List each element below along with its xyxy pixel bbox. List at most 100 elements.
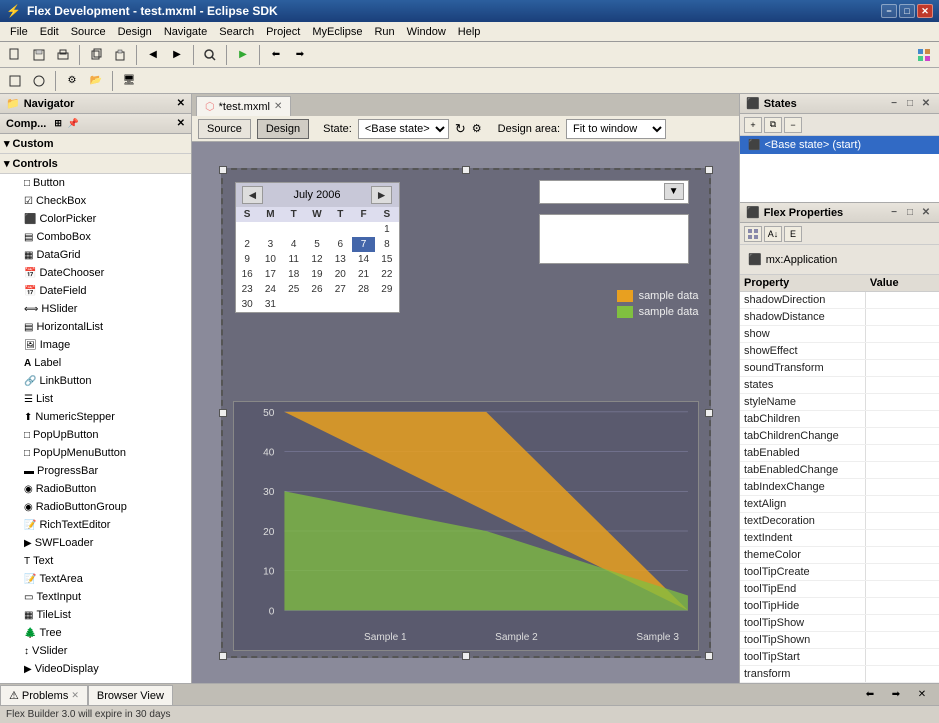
states-copy-btn[interactable]: ⧉ (764, 117, 782, 133)
menu-run[interactable]: Run (368, 24, 400, 40)
tb2-btn4[interactable]: 📂 (85, 70, 107, 92)
prop-value[interactable] (866, 377, 939, 394)
prop-row[interactable]: tabChildrenChange (740, 428, 939, 445)
menu-myeclipse[interactable]: MyEclipse (306, 24, 368, 40)
prop-row[interactable]: themeColor (740, 547, 939, 564)
calendar-widget[interactable]: ◄ July 2006 ► SMTWTFS 1 (235, 182, 400, 313)
prop-row[interactable]: textAlign (740, 496, 939, 513)
comp-radiobutton[interactable]: ◉ RadioButton (0, 480, 191, 498)
prop-row[interactable]: styleName (740, 394, 939, 411)
comp-checkbox[interactable]: ☑ CheckBox (0, 192, 191, 210)
comp-datechooser[interactable]: 📅 DateChooser (0, 264, 191, 282)
comp-vslider[interactable]: ↕ VSlider (0, 642, 191, 660)
prop-value[interactable] (866, 581, 939, 598)
menu-help[interactable]: Help (452, 24, 487, 40)
nav-prev-button[interactable]: ⬅ (265, 44, 287, 66)
menu-project[interactable]: Project (260, 24, 306, 40)
comp-list[interactable]: ☰ List (0, 390, 191, 408)
comp-numericstepper[interactable]: ⬆ NumericStepper (0, 408, 191, 426)
toolbar-refresh-btn[interactable]: ↻ (455, 121, 466, 137)
comp-popupmenubutton[interactable]: □ PopUpMenuButton (0, 444, 191, 462)
prop-value[interactable] (866, 530, 939, 547)
comp-text[interactable]: T Text (0, 552, 191, 570)
perspectives-button[interactable] (913, 44, 935, 66)
prop-value[interactable] (866, 615, 939, 632)
prop-row[interactable]: soundTransform (740, 360, 939, 377)
prop-value[interactable] (866, 360, 939, 377)
prop-value[interactable] (866, 513, 939, 530)
bottom-tab-problems[interactable]: ⚠ Problems ✕ (0, 685, 88, 705)
search-button[interactable] (199, 44, 221, 66)
prop-value[interactable] (866, 666, 939, 683)
paste-button[interactable] (109, 44, 131, 66)
textinput-widget[interactable] (539, 214, 689, 264)
copy-button[interactable] (85, 44, 107, 66)
prop-value[interactable] (866, 462, 939, 479)
prop-value[interactable] (866, 598, 939, 615)
prop-value[interactable] (866, 445, 939, 462)
prop-value[interactable] (866, 326, 939, 343)
forward-button[interactable]: ▶ (166, 44, 188, 66)
prop-row[interactable]: tabEnabled (740, 445, 939, 462)
prop-row[interactable]: shadowDirection (740, 292, 939, 309)
design-button[interactable]: Design (257, 119, 309, 139)
prop-row[interactable]: toolTipHide (740, 598, 939, 615)
bottom-btn1[interactable]: ⬅ (859, 683, 881, 705)
calendar-today-cell[interactable]: 7 (352, 237, 375, 252)
comp-popupbutton[interactable]: □ PopUpButton (0, 426, 191, 444)
component-panel-expand-btn[interactable]: ⊞ (54, 118, 62, 129)
calendar-prev-btn[interactable]: ◄ (242, 186, 264, 204)
prop-row[interactable]: toolTipCreate (740, 564, 939, 581)
prop-value[interactable] (866, 547, 939, 564)
props-expert-btn[interactable]: E (784, 226, 802, 242)
prop-row[interactable]: toolTipStart (740, 649, 939, 666)
states-panel-close-btn[interactable]: ✕ (919, 97, 933, 111)
component-panel-pin-btn[interactable]: 📌 (68, 118, 79, 129)
comp-image[interactable]: 🖼 Image (0, 336, 191, 354)
prop-value[interactable] (866, 496, 939, 513)
states-panel-max-btn[interactable]: □ (903, 97, 917, 111)
component-panel-close-btn[interactable]: ✕ (177, 118, 185, 129)
menu-file[interactable]: File (4, 24, 34, 40)
menu-search[interactable]: Search (213, 24, 260, 40)
prop-value[interactable] (866, 394, 939, 411)
dropdown-widget[interactable]: ▼ (539, 180, 689, 204)
flex-props-min-btn[interactable]: − (887, 206, 901, 220)
flex-props-close-btn[interactable]: ✕ (919, 206, 933, 220)
prop-row[interactable]: show (740, 326, 939, 343)
problems-close-btn[interactable]: ✕ (71, 690, 79, 701)
close-button[interactable]: ✕ (917, 4, 933, 18)
state-select[interactable]: <Base state> (358, 119, 449, 139)
state-item-base[interactable]: ⬛ <Base state> (start) (740, 136, 939, 154)
states-new-btn[interactable]: + (744, 117, 762, 133)
tree-section-controls[interactable]: ▾ Controls (0, 154, 191, 174)
comp-progressbar[interactable]: ▬ ProgressBar (0, 462, 191, 480)
design-area-select[interactable]: Fit to window (566, 119, 666, 139)
editor-tab-close[interactable]: ✕ (274, 101, 282, 112)
tb2-btn2[interactable] (28, 70, 50, 92)
prop-row[interactable]: toolTipShown (740, 632, 939, 649)
toolbar-settings-btn[interactable]: ⚙ (472, 122, 482, 135)
prop-value[interactable] (866, 411, 939, 428)
save-button[interactable] (28, 44, 50, 66)
comp-linkbutton[interactable]: 🔗 LinkButton (0, 372, 191, 390)
prop-row[interactable]: tabIndexChange (740, 479, 939, 496)
prop-value[interactable] (866, 632, 939, 649)
states-panel-min-btn[interactable]: − (887, 97, 901, 111)
menu-edit[interactable]: Edit (34, 24, 65, 40)
tb2-btn1[interactable] (4, 70, 26, 92)
tb2-btn5[interactable]: 🖥 (118, 70, 140, 92)
props-category-btn[interactable] (744, 226, 762, 242)
comp-combobox[interactable]: ▤ ComboBox (0, 228, 191, 246)
bottom-close-btn[interactable]: ✕ (911, 683, 933, 705)
comp-datefield[interactable]: 📅 DateField (0, 282, 191, 300)
minimize-button[interactable]: − (881, 4, 897, 18)
prop-value[interactable] (866, 479, 939, 496)
comp-datagrid[interactable]: ▦ DataGrid (0, 246, 191, 264)
prop-row[interactable]: shadowDistance (740, 309, 939, 326)
source-button[interactable]: Source (198, 119, 251, 139)
bottom-tab-browser[interactable]: Browser View (88, 685, 173, 705)
menu-design[interactable]: Design (112, 24, 158, 40)
comp-horizontallist[interactable]: ▤ HorizontalList (0, 318, 191, 336)
flex-props-max-btn[interactable]: □ (903, 206, 917, 220)
